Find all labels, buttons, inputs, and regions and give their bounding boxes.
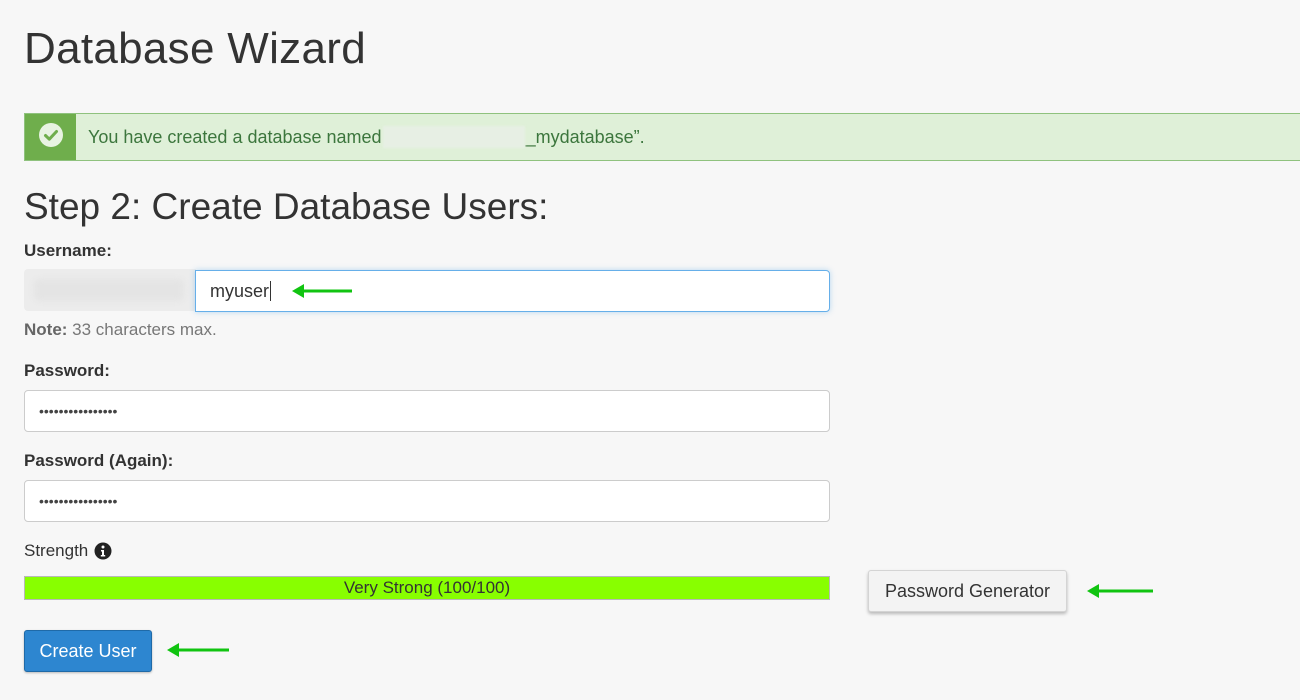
password-again-label: Password (Again): — [24, 451, 174, 470]
check-circle-icon — [38, 122, 64, 153]
strength-label-row: Strength — [24, 541, 112, 561]
annotation-arrow-username — [292, 284, 352, 298]
username-prefix — [24, 269, 196, 311]
alert-text-after: _mydatabase”. — [525, 126, 645, 147]
password-again-input[interactable]: •••••••••••••••• — [24, 480, 830, 522]
strength-label: Strength — [24, 541, 89, 560]
password-label: Password: — [24, 361, 110, 380]
info-icon[interactable] — [94, 542, 112, 560]
note-text: 33 characters max. — [67, 320, 217, 339]
username-note: Note: 33 characters max. — [24, 320, 217, 340]
note-label: Note: — [24, 320, 68, 339]
page-title: Database Wizard — [24, 24, 366, 73]
success-alert: You have created a database named _mydat… — [24, 113, 1300, 161]
redacted-username-prefix — [34, 279, 184, 301]
step-title: Step 2: Create Database Users: — [24, 186, 549, 227]
alert-message: You have created a database named _mydat… — [88, 126, 645, 148]
create-user-button[interactable]: Create User — [24, 630, 152, 672]
password-again-value: •••••••••••••••• — [39, 493, 118, 509]
password-value: •••••••••••••••• — [39, 403, 118, 419]
strength-meter: Very Strong (100/100) — [24, 576, 830, 600]
alert-icon-box — [25, 114, 76, 160]
password-generator-button[interactable]: Password Generator — [868, 570, 1067, 612]
password-input[interactable]: •••••••••••••••• — [24, 390, 830, 432]
username-value: myuser — [210, 280, 270, 301]
text-caret — [270, 281, 272, 301]
annotation-arrow-create — [167, 643, 229, 657]
username-label: Username: — [24, 241, 112, 260]
strength-meter-text: Very Strong (100/100) — [343, 578, 511, 597]
alert-text-before: You have created a database named — [88, 126, 382, 147]
annotation-arrow-generator — [1087, 584, 1153, 598]
redacted-db-prefix — [382, 126, 525, 148]
